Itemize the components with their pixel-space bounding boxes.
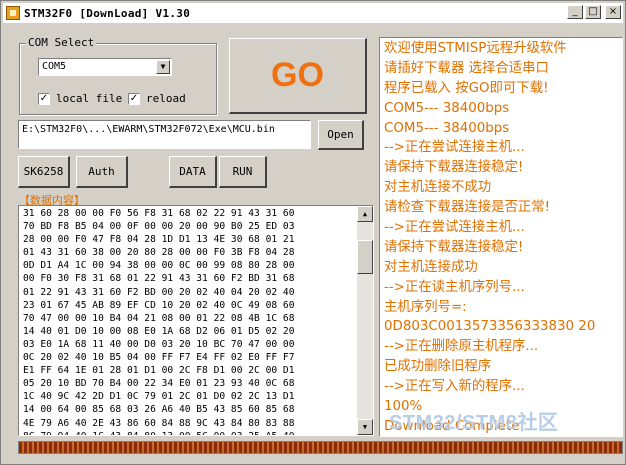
sk6258-button[interactable]: SK6258 <box>18 156 70 188</box>
log-line: -->正在尝试连接主机... <box>384 220 525 236</box>
log-line: 已成功删除旧程序 <box>384 359 492 375</box>
hex-scrollbar[interactable]: ▲ ▼ <box>357 206 373 435</box>
com-port-combobox[interactable]: COM5 ▼ <box>38 58 172 76</box>
local-file-checkbox[interactable]: ✓ local file <box>38 92 122 105</box>
hex-line: 70 47 00 00 10 B4 04 21 08 00 01 22 08 4… <box>23 312 295 324</box>
watermark-logo: STM32/STM8社区 <box>389 412 559 434</box>
hex-data-textarea[interactable]: 31 60 28 00 00 F0 56 F8 31 68 02 22 91 4… <box>18 205 374 436</box>
status-log[interactable]: 欢迎使用STMISP远程升级软件 请插好下载器 选择合适串口 程序已载入 按GO即可… <box>379 37 623 437</box>
download-progress-bar <box>18 441 623 454</box>
log-line: -->正在读主机序列号... <box>384 279 525 295</box>
hex-line: 01 22 91 43 31 60 F2 BD 00 20 02 40 04 2… <box>23 286 295 298</box>
chevron-down-icon[interactable]: ▼ <box>156 60 170 74</box>
maximize-button[interactable]: □ <box>585 5 601 19</box>
data-button[interactable]: DATA <box>169 156 217 188</box>
title-bar[interactable]: STM32F0 [DownLoad] V1.30 _ □ × <box>3 3 623 23</box>
hex-line: E1 FF 64 1E 01 28 01 D1 00 2C F8 D1 00 2… <box>23 365 295 377</box>
hex-line: 14 00 64 00 85 68 03 26 A6 40 B5 43 85 6… <box>23 404 295 416</box>
local-file-label: local file <box>56 92 123 105</box>
app-icon <box>6 6 20 20</box>
log-line: 欢迎使用STMISP远程升级软件 <box>384 41 567 56</box>
hex-line: 8C 79 94 40 1C 43 84 80 13 00 5C 00 03 2… <box>23 430 294 435</box>
log-line: COM5--- 38400bps <box>384 120 510 136</box>
hex-line: 23 01 67 45 AB 89 EF CD 10 20 02 40 0C 4… <box>23 299 295 311</box>
com-select-label: COM Select <box>26 36 97 49</box>
hex-line: 70 BD F8 B5 04 00 0F 00 00 20 00 90 B0 2… <box>23 221 295 233</box>
hex-line: 31 60 28 00 00 F0 56 F8 31 68 02 22 91 4… <box>23 208 295 219</box>
reload-checkbox[interactable]: ✓ reload <box>128 92 186 105</box>
file-path-input[interactable]: E:\STM32F0\...\EWARM\STM32F072\Exe\MCU.b… <box>18 120 311 149</box>
hex-data-lines: 31 60 28 00 00 F0 56 F8 31 68 02 22 91 4… <box>23 207 295 435</box>
log-line: -->正在删除原主机程序... <box>384 339 539 355</box>
hex-line: 4E 79 A6 40 2E 43 86 60 84 88 9C 43 84 8… <box>23 417 295 429</box>
check-icon[interactable]: ✓ <box>38 92 50 105</box>
log-line: 请检查下载器连接是否正常! <box>384 200 551 216</box>
status-log-lines: 欢迎使用STMISP远程升级软件 请插好下载器 选择合适串口 程序已载入 按GO即可… <box>384 39 596 436</box>
log-line: 0D803C0013573356333830 20 <box>384 319 596 335</box>
close-button[interactable]: × <box>605 5 621 19</box>
check-icon[interactable]: ✓ <box>128 92 140 105</box>
hex-line: 28 00 00 F0 47 F8 04 28 1D D1 13 4E 30 6… <box>23 234 295 246</box>
hex-line: 01 43 31 60 38 00 20 80 28 00 00 F0 3B F… <box>23 247 295 259</box>
hex-line: 14 40 01 D0 10 00 08 E0 1A 68 D2 06 01 D… <box>23 325 295 337</box>
log-line: 主机序列号=: <box>384 299 467 315</box>
minimize-button[interactable]: _ <box>567 5 583 19</box>
log-line: 请保持下载器连接稳定! <box>384 160 524 176</box>
window-title: STM32F0 [DownLoad] V1.30 <box>24 6 191 20</box>
log-line: COM5--- 38400bps <box>384 100 510 116</box>
log-line: 对主机连接成功 <box>384 259 478 275</box>
scroll-thumb[interactable] <box>357 240 373 274</box>
run-button[interactable]: RUN <box>219 156 267 188</box>
com-port-value: COM5 <box>42 61 67 72</box>
log-line: 请插好下载器 选择合适串口 <box>384 60 549 76</box>
scroll-down-icon[interactable]: ▼ <box>357 419 373 435</box>
hex-line: 03 E0 1A 68 11 40 00 D0 03 20 10 BC 70 4… <box>23 338 295 350</box>
log-line: 请保持下载器连接稳定! <box>384 239 524 255</box>
scroll-up-icon[interactable]: ▲ <box>357 206 373 222</box>
log-line: 程序已载入 按GO即可下载! <box>384 80 549 96</box>
auth-button[interactable]: Auth <box>76 156 128 188</box>
hex-line: 0C 20 02 40 10 B5 04 00 FF F7 E4 FF 02 E… <box>23 352 295 364</box>
hex-line: 05 20 10 BD 70 B4 00 22 34 E0 01 23 93 4… <box>23 378 295 390</box>
open-button[interactable]: Open <box>318 120 364 150</box>
log-line: 对主机连接不成功 <box>384 180 492 196</box>
log-line: -->正在写入新的程序... <box>384 379 525 395</box>
main-window: STM32F0 [DownLoad] V1.30 _ □ × COM Selec… <box>0 0 626 465</box>
reload-label: reload <box>146 92 186 105</box>
hex-line: 1C 40 9C 42 2D D1 0C 79 01 2C 01 D0 02 2… <box>23 391 295 403</box>
hex-line: 00 F0 30 F8 31 68 01 22 91 43 31 60 F2 B… <box>23 273 295 285</box>
hex-line: 0D D1 A4 1C 00 94 38 00 00 0C 00 99 08 8… <box>23 260 295 272</box>
go-button[interactable]: GO <box>229 38 367 114</box>
log-line: -->正在尝试连接主机... <box>384 140 525 156</box>
